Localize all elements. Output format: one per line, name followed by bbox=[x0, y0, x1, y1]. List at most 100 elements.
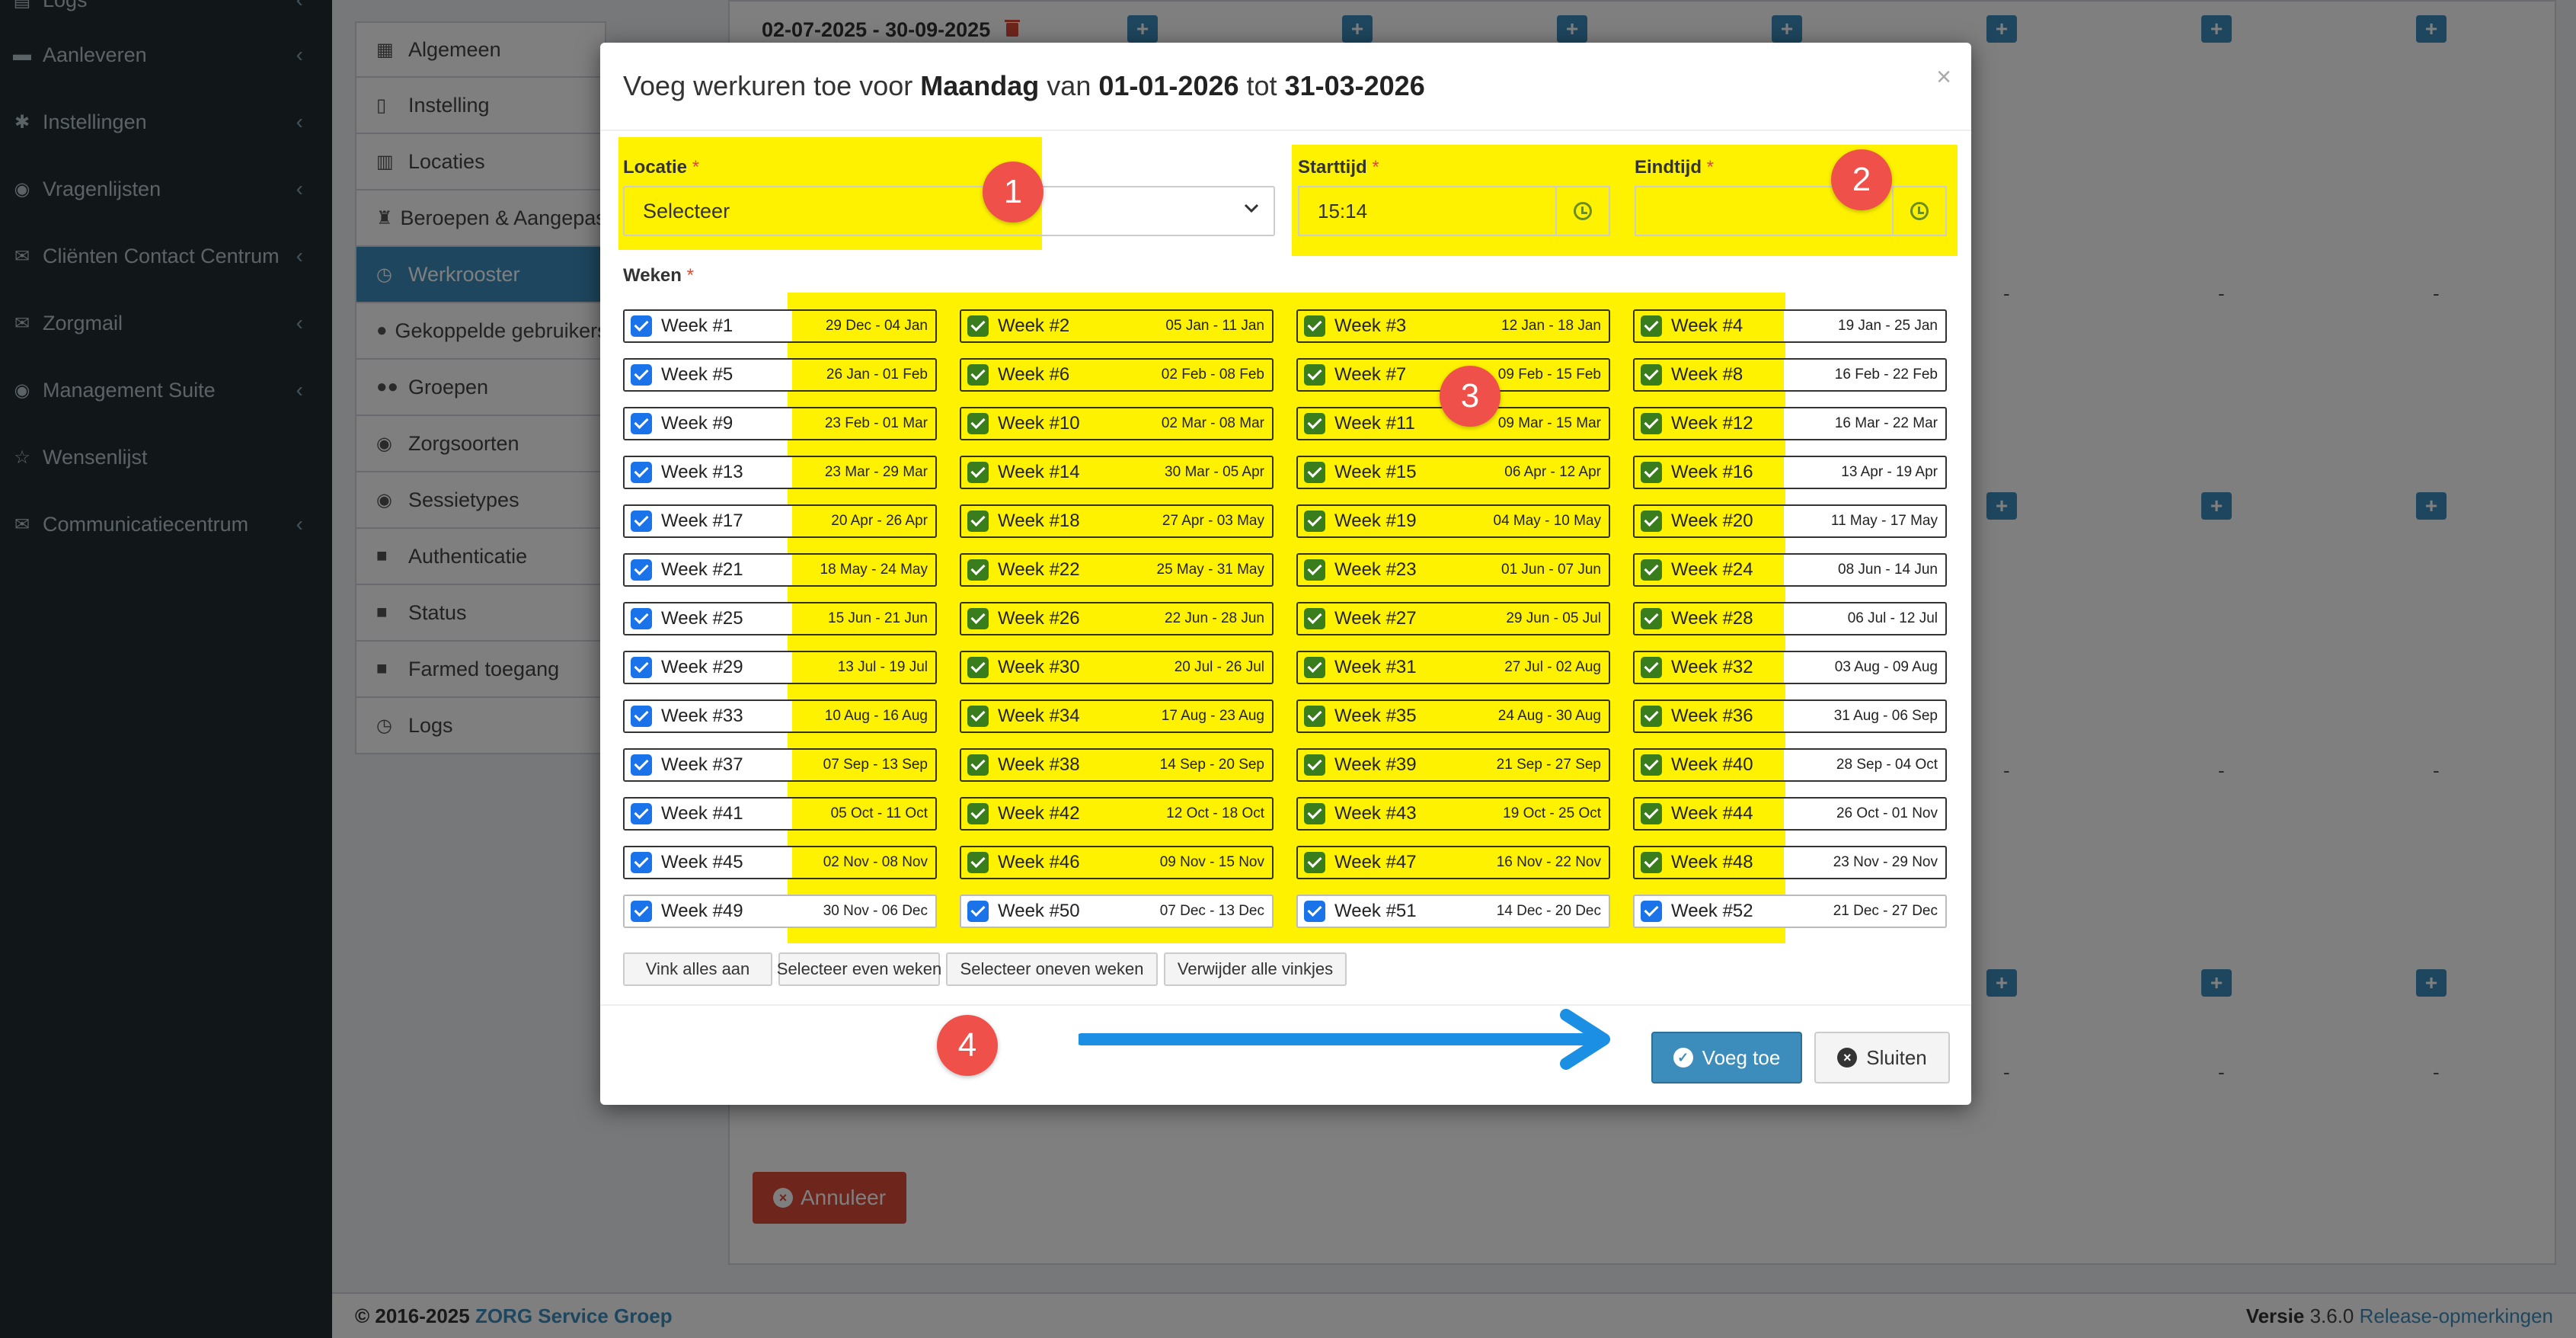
week-label: Week #31 bbox=[1334, 657, 1417, 677]
checkbox-checked-icon bbox=[1304, 462, 1325, 483]
week-checkbox[interactable]: Week #32 03 Aug - 09 Aug bbox=[1633, 651, 1947, 684]
week-checkbox[interactable]: Week #49 30 Nov - 06 Dec bbox=[623, 895, 937, 928]
week-checkbox[interactable]: Week #27 29 Jun - 05 Jul bbox=[1296, 602, 1610, 635]
week-checkbox[interactable]: Week #18 27 Apr - 03 May bbox=[960, 504, 1274, 538]
week-dates: 04 May - 10 May bbox=[1493, 513, 1602, 529]
checkbox-checked-icon bbox=[1304, 754, 1325, 776]
week-checkbox[interactable]: Week #15 06 Apr - 12 Apr bbox=[1296, 456, 1610, 489]
week-checkbox[interactable]: Week #28 06 Jul - 12 Jul bbox=[1633, 602, 1947, 635]
week-checkbox[interactable]: Week #47 16 Nov - 22 Nov bbox=[1296, 846, 1610, 879]
bulk-select-button[interactable]: Vink alles aan bbox=[623, 952, 772, 986]
week-checkbox[interactable]: Week #4 19 Jan - 25 Jan bbox=[1633, 309, 1947, 343]
week-dates: 22 Jun - 28 Jun bbox=[1165, 610, 1264, 626]
week-checkbox[interactable]: Week #25 15 Jun - 21 Jun bbox=[623, 602, 937, 635]
week-dates: 03 Aug - 09 Aug bbox=[1834, 659, 1938, 675]
checkbox-checked-icon bbox=[1641, 657, 1662, 678]
week-dates: 28 Sep - 04 Oct bbox=[1836, 757, 1938, 773]
week-dates: 23 Nov - 29 Nov bbox=[1833, 854, 1938, 870]
title-prefix: Voeg werkuren toe voor bbox=[623, 70, 913, 101]
week-checkbox[interactable]: Week #43 19 Oct - 25 Oct bbox=[1296, 797, 1610, 831]
week-checkbox[interactable]: Week #26 22 Jun - 28 Jun bbox=[960, 602, 1274, 635]
close-icon[interactable]: × bbox=[1936, 62, 1951, 92]
week-checkbox[interactable]: Week #45 02 Nov - 08 Nov bbox=[623, 846, 937, 879]
checkbox-checked-icon bbox=[1304, 803, 1325, 824]
checkbox-checked-icon bbox=[967, 901, 989, 922]
week-checkbox[interactable]: Week #52 21 Dec - 27 Dec bbox=[1633, 895, 1947, 928]
week-checkbox[interactable]: Week #21 18 May - 24 May bbox=[623, 553, 937, 587]
week-checkbox[interactable]: Week #29 13 Jul - 19 Jul bbox=[623, 651, 937, 684]
bulk-select-button[interactable]: Selecteer even weken bbox=[777, 952, 941, 986]
end-clock-button[interactable] bbox=[1892, 186, 1947, 236]
week-label: Week #16 bbox=[1671, 462, 1753, 482]
checkbox-checked-icon bbox=[631, 364, 652, 386]
checkbox-checked-icon bbox=[967, 511, 989, 532]
week-dates: 17 Aug - 23 Aug bbox=[1161, 708, 1264, 724]
week-label: Week #29 bbox=[661, 657, 743, 677]
week-dates: 23 Feb - 01 Mar bbox=[824, 415, 928, 431]
week-checkbox[interactable]: Week #12 16 Mar - 22 Mar bbox=[1633, 407, 1947, 440]
week-checkbox[interactable]: Week #2 05 Jan - 11 Jan bbox=[960, 309, 1274, 343]
week-checkbox[interactable]: Week #13 23 Mar - 29 Mar bbox=[623, 456, 937, 489]
week-checkbox[interactable]: Week #33 10 Aug - 16 Aug bbox=[623, 699, 937, 733]
location-select[interactable]: Selecteer bbox=[623, 186, 1275, 236]
week-checkbox[interactable]: Week #51 14 Dec - 20 Dec bbox=[1296, 895, 1610, 928]
week-label: Week #24 bbox=[1671, 559, 1753, 580]
week-checkbox[interactable]: Week #6 02 Feb - 08 Feb bbox=[960, 358, 1274, 392]
week-checkbox[interactable]: Week #24 08 Jun - 14 Jun bbox=[1633, 553, 1947, 587]
week-checkbox[interactable]: Week #41 05 Oct - 11 Oct bbox=[623, 797, 937, 831]
week-label: Week #45 bbox=[661, 852, 743, 872]
week-dates: 29 Jun - 05 Jul bbox=[1506, 610, 1601, 626]
week-dates: 30 Mar - 05 Apr bbox=[1165, 464, 1264, 480]
week-checkbox[interactable]: Week #8 16 Feb - 22 Feb bbox=[1633, 358, 1947, 392]
week-label: Week #27 bbox=[1334, 608, 1417, 629]
week-checkbox[interactable]: Week #5 26 Jan - 01 Feb bbox=[623, 358, 937, 392]
bulk-select-button[interactable]: Verwijder alle vinkjes bbox=[1164, 952, 1347, 986]
week-label: Week #17 bbox=[661, 511, 743, 531]
week-checkbox[interactable]: Week #39 21 Sep - 27 Sep bbox=[1296, 748, 1610, 782]
week-checkbox[interactable]: Week #46 09 Nov - 15 Nov bbox=[960, 846, 1274, 879]
week-checkbox[interactable]: Week #35 24 Aug - 30 Aug bbox=[1296, 699, 1610, 733]
add-button[interactable]: ✓ Voeg toe bbox=[1651, 1032, 1802, 1084]
week-checkbox[interactable]: Week #19 04 May - 10 May bbox=[1296, 504, 1610, 538]
week-checkbox[interactable]: Week #44 26 Oct - 01 Nov bbox=[1633, 797, 1947, 831]
week-dates: 26 Jan - 01 Feb bbox=[826, 367, 928, 383]
week-label: Week #47 bbox=[1334, 852, 1417, 872]
checkbox-checked-icon bbox=[1641, 706, 1662, 727]
annotation-badge-1: 1 bbox=[983, 162, 1044, 222]
week-checkbox[interactable]: Week #14 30 Mar - 05 Apr bbox=[960, 456, 1274, 489]
week-checkbox[interactable]: Week #1 29 Dec - 04 Jan bbox=[623, 309, 937, 343]
week-checkbox[interactable]: Week #42 12 Oct - 18 Oct bbox=[960, 797, 1274, 831]
week-checkbox[interactable]: Week #40 28 Sep - 04 Oct bbox=[1633, 748, 1947, 782]
week-checkbox[interactable]: Week #48 23 Nov - 29 Nov bbox=[1633, 846, 1947, 879]
week-checkbox[interactable]: Week #22 25 May - 31 May bbox=[960, 553, 1274, 587]
end-time-label: Eindtijd * bbox=[1635, 157, 1714, 178]
bulk-select-button[interactable]: Selecteer oneven weken bbox=[946, 952, 1158, 986]
week-checkbox[interactable]: Week #31 27 Jul - 02 Aug bbox=[1296, 651, 1610, 684]
week-dates: 23 Mar - 29 Mar bbox=[824, 464, 928, 480]
week-label: Week #42 bbox=[998, 803, 1080, 824]
week-checkbox[interactable]: Week #23 01 Jun - 07 Jun bbox=[1296, 553, 1610, 587]
checkbox-checked-icon bbox=[967, 559, 989, 581]
week-dates: 29 Dec - 04 Jan bbox=[825, 318, 928, 334]
week-checkbox[interactable]: Week #34 17 Aug - 23 Aug bbox=[960, 699, 1274, 733]
week-checkbox[interactable]: Week #16 13 Apr - 19 Apr bbox=[1633, 456, 1947, 489]
checkbox-checked-icon bbox=[631, 608, 652, 629]
week-checkbox[interactable]: Week #9 23 Feb - 01 Mar bbox=[623, 407, 937, 440]
checkbox-checked-icon bbox=[1304, 706, 1325, 727]
week-checkbox[interactable]: Week #37 07 Sep - 13 Sep bbox=[623, 748, 937, 782]
checkbox-checked-icon bbox=[1641, 754, 1662, 776]
week-checkbox[interactable]: Week #30 20 Jul - 26 Jul bbox=[960, 651, 1274, 684]
week-checkbox[interactable]: Week #3 12 Jan - 18 Jan bbox=[1296, 309, 1610, 343]
week-label: Week #39 bbox=[1334, 754, 1417, 775]
start-time-input[interactable]: 15:14 bbox=[1298, 186, 1557, 236]
week-checkbox[interactable]: Week #10 02 Mar - 08 Mar bbox=[960, 407, 1274, 440]
week-checkbox[interactable]: Week #50 07 Dec - 13 Dec bbox=[960, 895, 1274, 928]
week-checkbox[interactable]: Week #20 11 May - 17 May bbox=[1633, 504, 1947, 538]
week-checkbox[interactable]: Week #17 20 Apr - 26 Apr bbox=[623, 504, 937, 538]
week-dates: 02 Nov - 08 Nov bbox=[823, 854, 928, 870]
chevron-down-icon bbox=[1243, 197, 1260, 225]
close-button[interactable]: × Sluiten bbox=[1814, 1032, 1950, 1084]
week-checkbox[interactable]: Week #36 31 Aug - 06 Sep bbox=[1633, 699, 1947, 733]
week-checkbox[interactable]: Week #38 14 Sep - 20 Sep bbox=[960, 748, 1274, 782]
start-clock-button[interactable] bbox=[1555, 186, 1610, 236]
